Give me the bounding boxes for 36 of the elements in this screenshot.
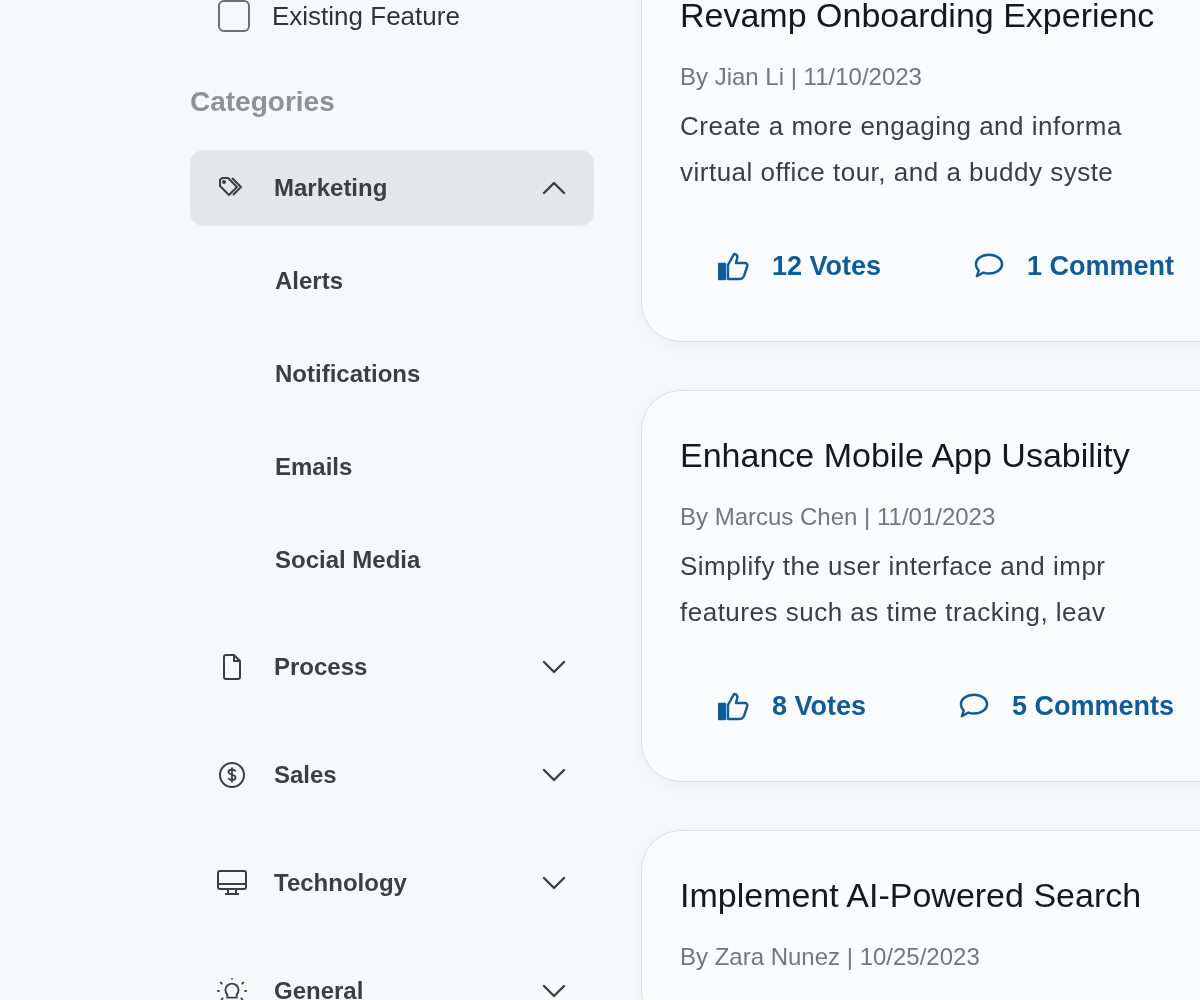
post-title[interactable]: Implement AI-Powered Search <box>680 873 1142 917</box>
category-item[interactable]: Process <box>190 629 594 705</box>
filter-label: Existing Feature <box>272 0 460 32</box>
subcategory-item[interactable]: Alerts <box>190 234 594 327</box>
thumbs-up-icon <box>718 691 750 721</box>
post-byline: By Marcus Chen | 11/01/2023 <box>680 502 997 532</box>
category-item[interactable]: General <box>190 953 594 1000</box>
post-description: Simplify the user interface and impr features such as time tracking, leav <box>680 550 1106 629</box>
checkbox[interactable] <box>218 0 250 32</box>
chevron-down-icon <box>542 876 566 890</box>
monitor-icon <box>217 870 247 896</box>
category-item[interactable]: Technology <box>190 845 594 921</box>
category-item[interactable]: Sales <box>190 737 594 813</box>
subcategory-item[interactable]: Emails <box>190 420 594 513</box>
chat-bubble-icon <box>973 252 1006 280</box>
section-heading: Categories <box>190 85 336 119</box>
post-byline: By Zara Nunez | 10/25/2023 <box>680 942 981 972</box>
lightbulb-icon <box>217 976 247 1000</box>
chevron-down-icon <box>542 660 566 674</box>
chevron-down-icon <box>542 984 566 998</box>
chevron-up-icon <box>542 181 566 195</box>
post-byline: By Jian Li | 11/10/2023 <box>680 62 923 92</box>
subcategory-item[interactable]: Social Media <box>190 513 594 606</box>
vote-button[interactable]: 12 Votes <box>718 246 882 286</box>
post-title[interactable]: Revamp Onboarding Experienc <box>680 0 1155 37</box>
comments-button[interactable]: 1 Comment <box>973 246 1175 286</box>
post-title[interactable]: Enhance Mobile App Usability <box>680 433 1130 477</box>
comments-button[interactable]: 5 Comments <box>958 686 1175 726</box>
dollar-icon <box>217 761 247 789</box>
thumbs-up-icon <box>718 251 750 281</box>
vote-button[interactable]: 8 Votes <box>718 686 867 726</box>
subcategory-item[interactable]: Notifications <box>190 327 594 420</box>
chat-bubble-icon <box>958 692 991 720</box>
chevron-down-icon <box>542 768 566 782</box>
category-item[interactable]: Marketing <box>190 150 594 226</box>
post-description: Create a more engaging and informa virtual office tour, and a buddy syste <box>680 110 1122 189</box>
